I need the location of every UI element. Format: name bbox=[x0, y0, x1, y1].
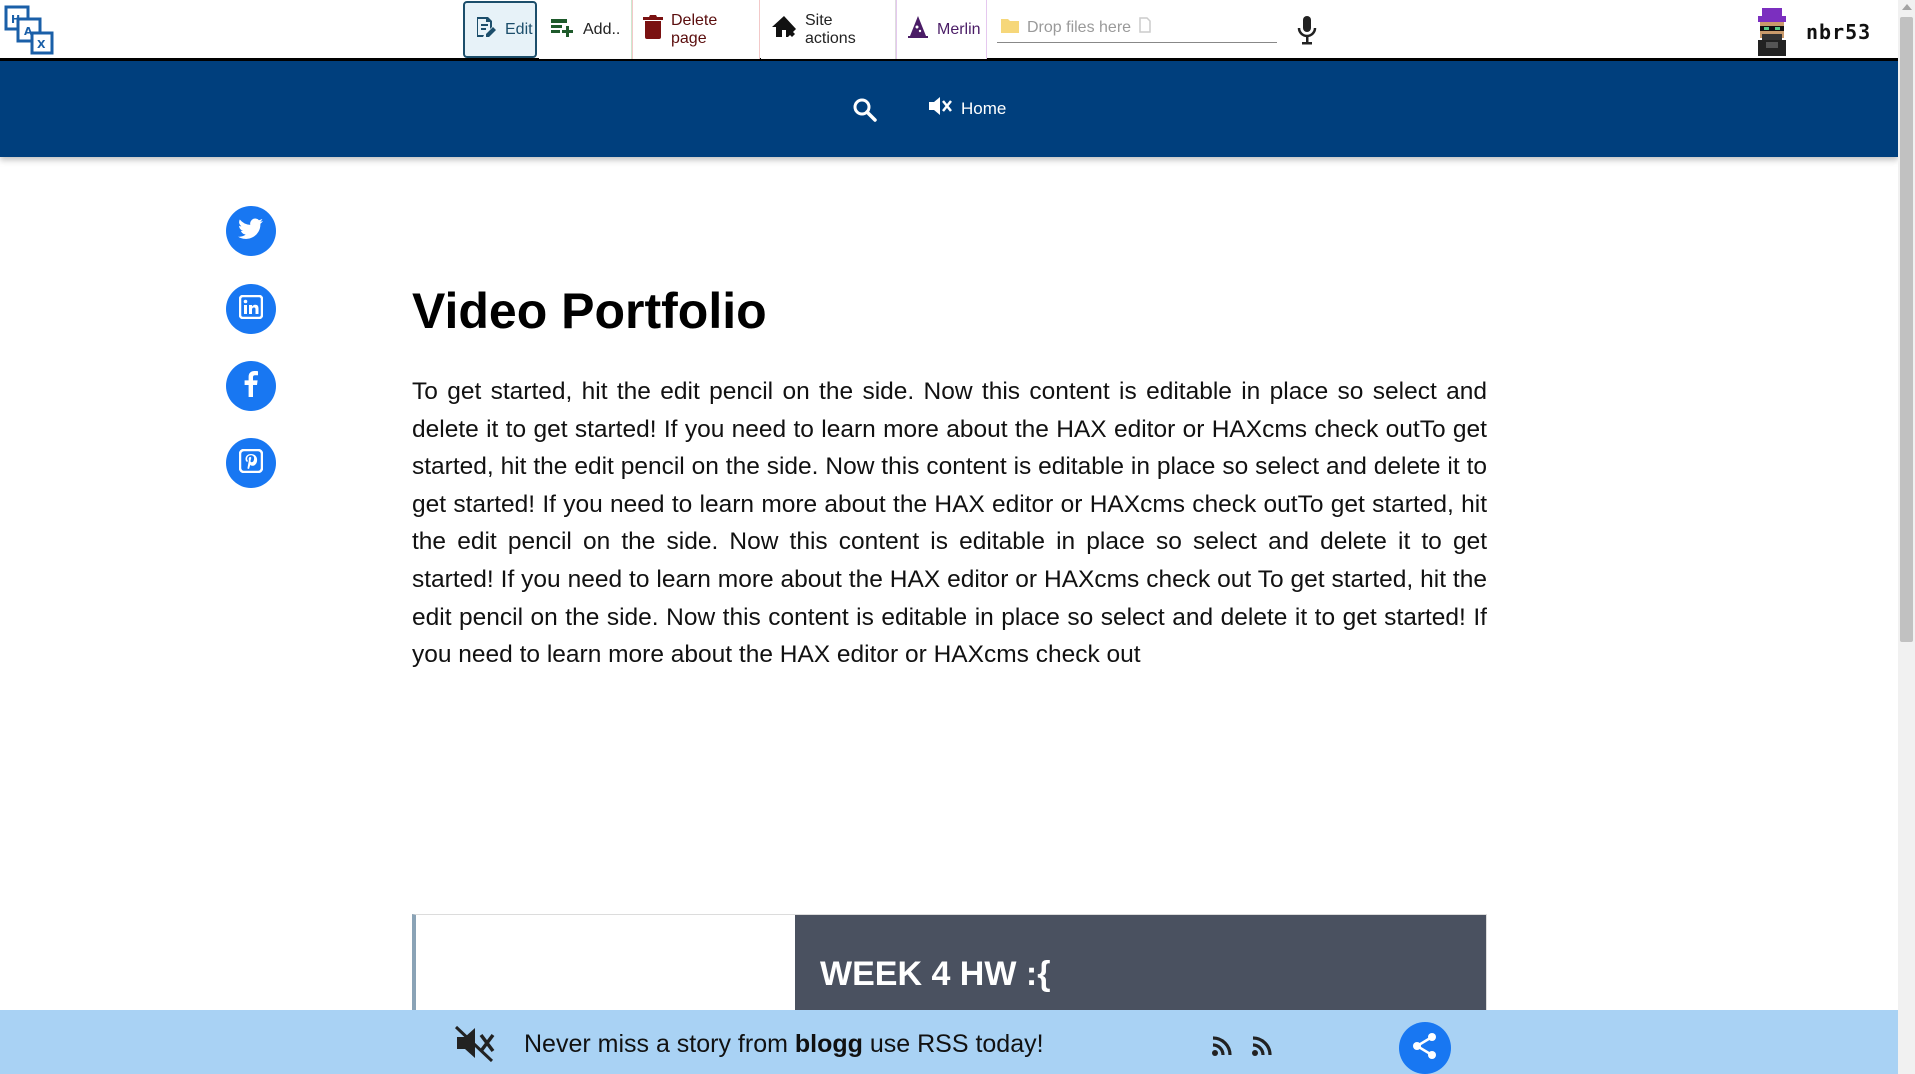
file-icon bbox=[1139, 17, 1151, 38]
username[interactable]: nbr53 bbox=[1806, 20, 1871, 44]
video-card[interactable]: WEEK 4 HW :{ bbox=[412, 914, 1487, 1014]
search-icon[interactable] bbox=[852, 97, 878, 123]
share-button[interactable] bbox=[1399, 1022, 1451, 1074]
site-header-nav: Home bbox=[0, 61, 1898, 157]
page-scrollbar[interactable] bbox=[1898, 0, 1915, 1074]
drop-files-zone[interactable]: Drop files here bbox=[997, 13, 1277, 43]
trash-icon bbox=[643, 15, 663, 44]
volume-off-icon[interactable] bbox=[453, 1024, 497, 1063]
edit-button[interactable]: Edit bbox=[463, 1, 537, 58]
rss-promo-prefix: Never miss a story from bbox=[524, 1030, 795, 1058]
scroll-up-arrow-icon[interactable] bbox=[1902, 4, 1912, 10]
facebook-icon bbox=[244, 370, 258, 402]
cms-toolbar: H A X Edit Add.. Delete page Site action… bbox=[0, 0, 1898, 61]
wizard-hat-icon bbox=[907, 15, 929, 44]
home-settings-icon bbox=[771, 15, 797, 44]
edit-label: Edit bbox=[505, 20, 533, 38]
add-label: Add.. bbox=[583, 20, 621, 38]
scrollbar-thumb[interactable] bbox=[1900, 17, 1913, 642]
page-body-text: To get started, hit the edit pencil on t… bbox=[412, 378, 1487, 669]
user-avatar[interactable] bbox=[1752, 8, 1792, 56]
hax-logo-icon[interactable]: H A X bbox=[4, 5, 56, 55]
rss-feed-icon[interactable] bbox=[1211, 1035, 1233, 1057]
merlin-button[interactable]: Merlin bbox=[896, 0, 987, 59]
edit-pencil-icon bbox=[473, 15, 497, 44]
rss-atom-icon[interactable] bbox=[1251, 1035, 1273, 1057]
facebook-share-button[interactable] bbox=[226, 361, 276, 411]
linkedin-share-button[interactable] bbox=[226, 284, 276, 334]
pinterest-icon bbox=[238, 448, 264, 478]
microphone-icon[interactable] bbox=[1296, 14, 1318, 46]
site-actions-label: Site actions bbox=[805, 11, 856, 47]
volume-off-icon[interactable] bbox=[927, 94, 953, 123]
folder-icon bbox=[1001, 17, 1019, 38]
home-label: Home bbox=[961, 98, 1007, 118]
delete-page-button[interactable]: Delete page bbox=[632, 0, 760, 59]
pinterest-share-button[interactable] bbox=[226, 438, 276, 488]
page-title: Video Portfolio bbox=[412, 283, 767, 339]
site-actions-button[interactable]: Site actions bbox=[761, 0, 896, 59]
rss-promo-suffix: use RSS today! bbox=[862, 1030, 1044, 1058]
site-name: blogg bbox=[794, 1030, 863, 1058]
drop-files-placeholder: Drop files here bbox=[1027, 18, 1132, 36]
svg-text:X: X bbox=[37, 38, 46, 51]
delete-page-label: Delete page bbox=[671, 11, 718, 47]
rss-promo-text: Never miss a story from blogg use RSS to… bbox=[524, 1030, 1044, 1059]
svg-text:A: A bbox=[24, 25, 33, 38]
rss-footer-bar: Never miss a story from blogg use RSS to… bbox=[0, 1010, 1898, 1074]
twitter-share-button[interactable] bbox=[226, 206, 276, 256]
linkedin-icon bbox=[238, 294, 264, 324]
add-block-icon bbox=[549, 15, 575, 44]
video-card-title: WEEK 4 HW :{ bbox=[820, 955, 1051, 993]
video-card-info: WEEK 4 HW :{ bbox=[795, 915, 1486, 1013]
home-link[interactable]: Home bbox=[927, 94, 1006, 123]
merlin-label: Merlin bbox=[937, 20, 981, 38]
add-button[interactable]: Add.. bbox=[539, 0, 632, 59]
svg-text:H: H bbox=[11, 13, 20, 26]
share-icon bbox=[1412, 1032, 1438, 1065]
twitter-icon bbox=[238, 218, 264, 245]
